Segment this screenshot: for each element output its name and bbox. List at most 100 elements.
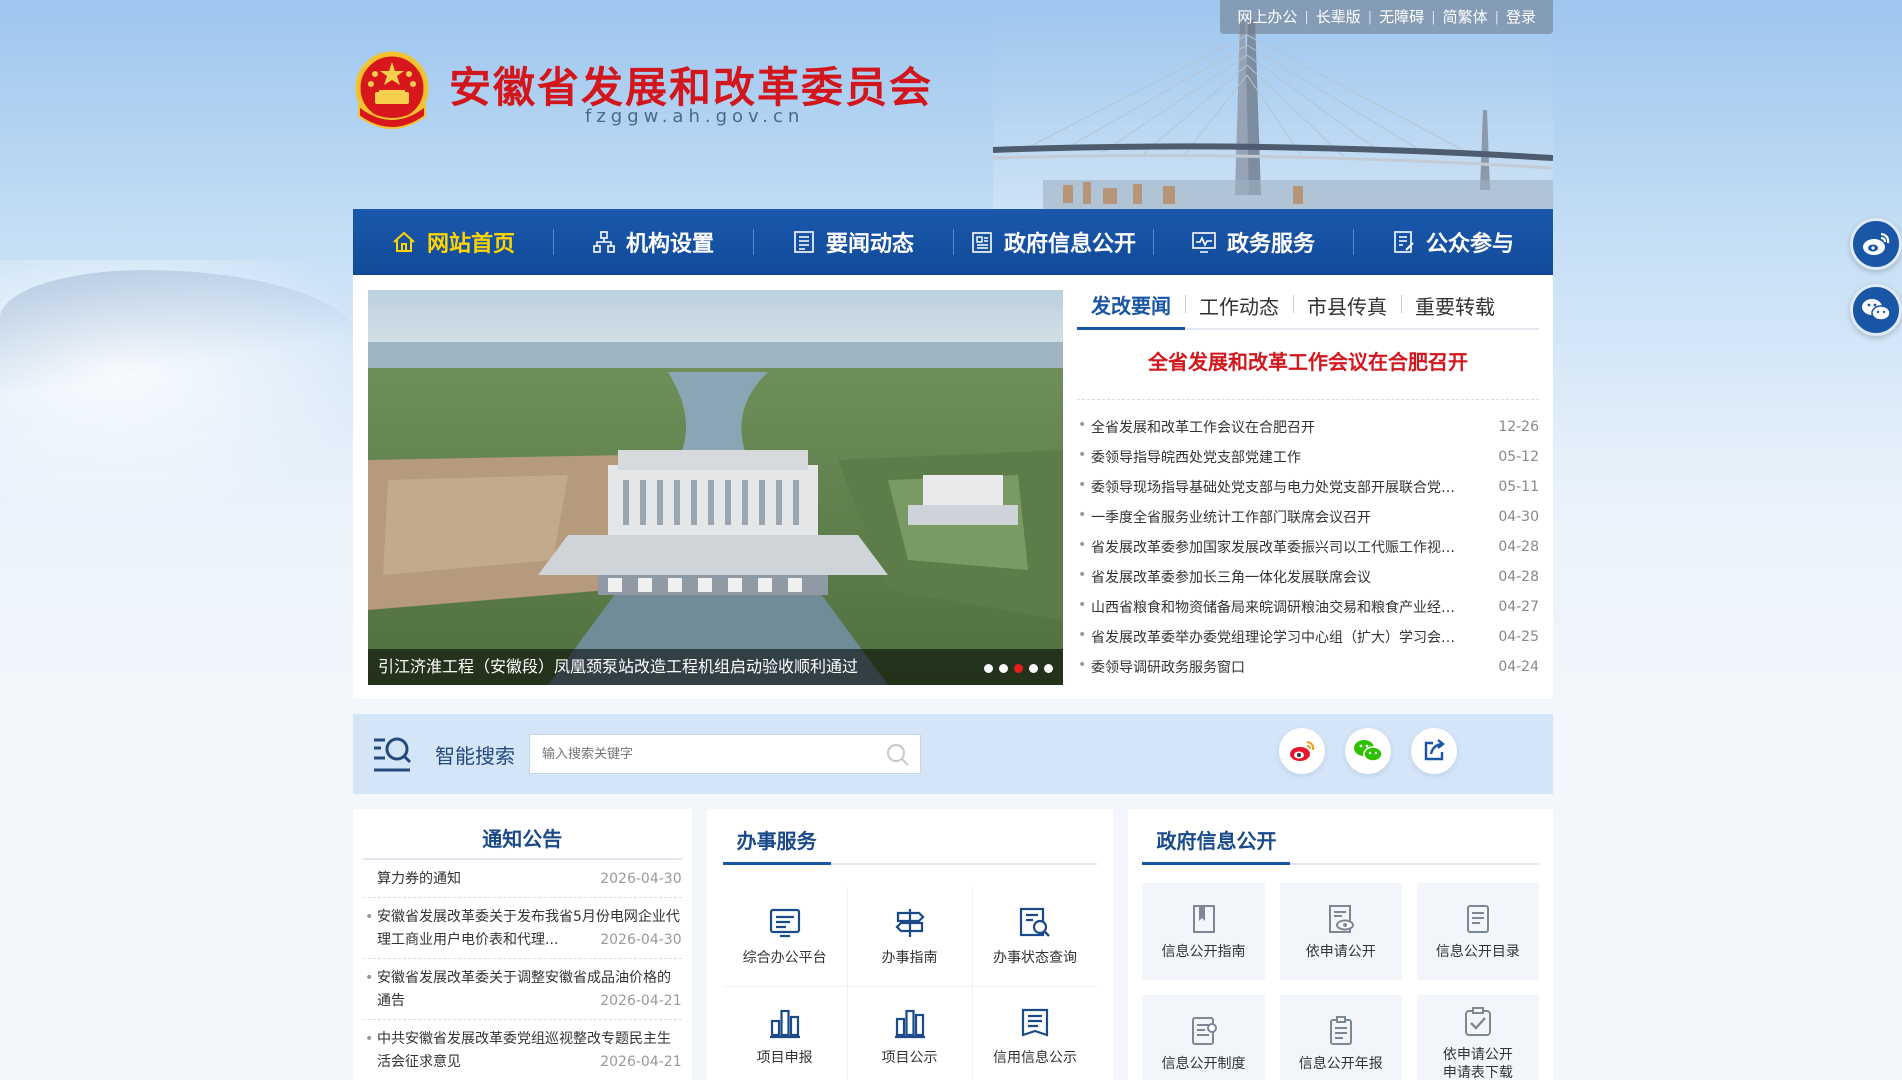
news-title[interactable]: 省发展改革委参加国家发展改革委振兴司以工代赈工作视频... xyxy=(1077,537,1467,557)
news-title[interactable]: 省发展改革委举办委党组理论学习中心组（扩大）学习会暨... xyxy=(1077,627,1467,647)
news-title[interactable]: 一季度全省服务业统计工作部门联席会议召开 xyxy=(1077,507,1371,527)
office-platform-icon xyxy=(769,908,800,937)
notice-title[interactable]: 通知公告 xyxy=(363,823,682,860)
news-list: 全省发展和改革工作会议在合肥召开 12-26 委领导指导皖西处党支部党建工作 05-… xyxy=(1077,412,1539,682)
service-label: 信用信息公示 xyxy=(992,1049,1077,1066)
credit-document-icon xyxy=(1021,1008,1049,1037)
list-item[interactable]: 委领导指导皖西处党支部党建工作 05-12 xyxy=(1077,442,1539,472)
gov-info-label: 信息公开年报 xyxy=(1298,1055,1383,1072)
news-title[interactable]: 委领导调研政务服务窗口 xyxy=(1077,657,1245,677)
news-date: 04-27 xyxy=(1498,599,1539,615)
list-item[interactable]: 一季度全省服务业统计工作部门联席会议召开 04-30 xyxy=(1077,502,1539,532)
share-icon xyxy=(1424,739,1445,761)
list-item[interactable]: 安徽省发展改革委关于调整安徽省成品油价格的通告2026-04-21 xyxy=(363,959,682,1020)
tab-city-county[interactable]: 市县传真 xyxy=(1293,291,1401,328)
service-office-platform[interactable]: 综合办公平台 xyxy=(722,887,848,987)
service-project-publicity[interactable]: 项目公示 xyxy=(848,987,973,1080)
list-item[interactable]: 委领导现场指导基础处党支部与电力处党支部开展联合党日... 05-11 xyxy=(1077,472,1539,502)
nav-item-gov-info[interactable]: 政府信息公开 xyxy=(953,209,1153,275)
service-title: 办事服务 xyxy=(722,825,1098,865)
slider-dot[interactable] xyxy=(984,664,993,673)
news-panel: 发改要闻 工作动态 市县传真 重要转载 全省发展和改革工作会议在合肥召开 全省发… xyxy=(1077,290,1539,682)
list-item[interactable]: 山西省粮食和物资储备局来皖调研粮油交易和粮食产业经济... 04-27 xyxy=(1077,592,1539,622)
top-link-login[interactable]: 登录 xyxy=(1499,0,1543,34)
wechat-button[interactable] xyxy=(1345,728,1391,774)
wechat-icon xyxy=(1862,299,1891,321)
news-title[interactable]: 省发展改革委参加长三角一体化发展联席会议 xyxy=(1077,567,1371,587)
news-date: 04-28 xyxy=(1498,539,1539,555)
float-weibo-button[interactable] xyxy=(1850,218,1902,270)
news-title[interactable]: 山西省粮食和物资储备局来皖调研粮油交易和粮食产业经济... xyxy=(1077,597,1467,617)
float-wechat-button[interactable] xyxy=(1850,284,1902,336)
list-item[interactable]: 省发展改革委参加长三角一体化发展联席会议 04-28 xyxy=(1077,562,1539,592)
guide-book-icon xyxy=(1192,904,1215,933)
news-date: 05-12 xyxy=(1498,449,1539,465)
slide-caption[interactable]: 引江济淮工程（安徽段）凤凰颈泵站改造工程机组启动验收顺利通过 xyxy=(368,649,1063,685)
tab-important-reposts[interactable]: 重要转载 xyxy=(1401,291,1509,328)
weibo-icon xyxy=(1863,232,1890,255)
notice-item-date: 2026-04-21 xyxy=(600,1054,682,1070)
search-input[interactable] xyxy=(530,735,870,773)
share-button[interactable] xyxy=(1411,728,1457,774)
gov-info-title-text[interactable]: 政府信息公开 xyxy=(1142,825,1291,865)
service-title-text[interactable]: 办事服务 xyxy=(722,825,831,865)
top-utility-links: 网上办公 | 长辈版 | 无障碍 | 简繁体 | 登录 xyxy=(1220,0,1553,34)
tab-reform-news[interactable]: 发改要闻 xyxy=(1077,290,1185,330)
top-link-accessibility[interactable]: 无障碍 xyxy=(1372,0,1431,34)
nav-item-label: 网站首页 xyxy=(426,232,515,257)
weibo-button[interactable] xyxy=(1279,728,1325,774)
news-tabs: 发改要闻 工作动态 市县传真 重要转载 xyxy=(1077,290,1539,330)
gov-info-guide[interactable]: 信息公开指南 xyxy=(1142,883,1265,980)
service-status-query[interactable]: 办事状态查询 xyxy=(972,887,1098,987)
list-item[interactable]: 省发展改革委参加国家发展改革委振兴司以工代赈工作视频... 04-28 xyxy=(1077,532,1539,562)
service-card: 办事服务 综合办公平台 办事指南 办事状态查询 项目申报 项目公示 信用信息公示 xyxy=(706,809,1114,1080)
gov-info-on-request[interactable]: 依申请公开 xyxy=(1279,883,1402,980)
service-label: 项目公示 xyxy=(881,1049,938,1066)
service-label: 综合办公平台 xyxy=(742,949,827,966)
headline-link[interactable]: 全省发展和改革工作会议在合肥召开 xyxy=(1077,346,1539,375)
top-link-simplified-traditional[interactable]: 简繁体 xyxy=(1436,0,1495,34)
photo-slider[interactable]: 引江济淮工程（安徽段）凤凰颈泵站改造工程机组启动验收顺利通过 xyxy=(368,290,1063,685)
news-date: 04-28 xyxy=(1498,569,1539,585)
news-date: 04-24 xyxy=(1498,659,1539,675)
news-title[interactable]: 全省发展和改革工作会议在合肥召开 xyxy=(1077,417,1315,437)
smart-search-bar: 智能搜索 xyxy=(353,714,1553,794)
monitor-icon xyxy=(1192,232,1216,253)
tab-work-updates[interactable]: 工作动态 xyxy=(1185,291,1293,328)
list-item[interactable]: 算力券的通知 2026-04-30 xyxy=(363,860,682,898)
list-item[interactable]: 省发展改革委举办委党组理论学习中心组（扩大）学习会暨... 04-25 xyxy=(1077,622,1539,652)
nav-item-home[interactable]: 网站首页 xyxy=(353,209,553,275)
wechat-icon xyxy=(1354,740,1383,762)
page-container: 网上办公 | 长辈版 | 无障碍 | 简繁体 | 登录 安徽省发展和改革委员会 fzgg… xyxy=(353,0,1553,1080)
list-item[interactable]: 委领导调研政务服务窗口 04-24 xyxy=(1077,652,1539,682)
gov-info-title: 政府信息公开 xyxy=(1142,825,1539,865)
gov-info-annual-report[interactable]: 信息公开年报 xyxy=(1279,995,1402,1080)
service-grid: 综合办公平台 办事指南 办事状态查询 项目申报 项目公示 信用信息公示 xyxy=(722,887,1098,1080)
news-title[interactable]: 委领导现场指导基础处党支部与电力处党支部开展联合党日... xyxy=(1077,477,1467,497)
search-icon[interactable] xyxy=(886,743,910,767)
service-guide[interactable]: 办事指南 xyxy=(847,887,973,987)
service-project-application[interactable]: 项目申报 xyxy=(723,987,848,1080)
gov-info-policy[interactable]: 信息公开制度 xyxy=(1142,995,1265,1080)
news-section: 引江济淮工程（安徽段）凤凰颈泵站改造工程机组启动验收顺利通过 发改要闻 工作动态… xyxy=(353,275,1553,699)
slider-dot[interactable] xyxy=(1029,664,1038,673)
gov-info-request-form-download[interactable]: 依申请公开申请表下载 xyxy=(1416,995,1539,1080)
nav-item-label: 机构设置 xyxy=(625,232,714,257)
news-title[interactable]: 委领导指导皖西处党支部党建工作 xyxy=(1077,447,1301,467)
news-date: 04-30 xyxy=(1498,509,1539,525)
service-credit-info[interactable]: 信用信息公示 xyxy=(973,987,1098,1080)
nav-item-gov-service[interactable]: 政务服务 xyxy=(1153,209,1353,275)
nav-item-public-participation[interactable]: 公众参与 xyxy=(1353,209,1553,275)
gov-info-catalog[interactable]: 信息公开目录 xyxy=(1416,883,1539,980)
slider-dot-active[interactable] xyxy=(1014,664,1023,673)
nav-item-organization[interactable]: 机构设置 xyxy=(553,209,753,275)
list-item[interactable]: 全省发展和改革工作会议在合肥召开 12-26 xyxy=(1077,412,1539,442)
slider-dot[interactable] xyxy=(999,664,1008,673)
slider-dot[interactable] xyxy=(1044,664,1053,673)
list-item[interactable]: 安徽省发展改革委关于发布我省5月份电网企业代理工商业用户电价表和代理...202… xyxy=(363,898,682,959)
home-icon xyxy=(393,231,415,252)
top-link-elder-mode[interactable]: 长辈版 xyxy=(1309,0,1368,34)
nav-item-news[interactable]: 要闻动态 xyxy=(753,209,953,275)
top-link-online-office[interactable]: 网上办公 xyxy=(1230,0,1304,34)
list-item[interactable]: 中共安徽省发展改革委党组巡视整改专题民主生活会征求意见2026-04-21 xyxy=(363,1020,682,1080)
